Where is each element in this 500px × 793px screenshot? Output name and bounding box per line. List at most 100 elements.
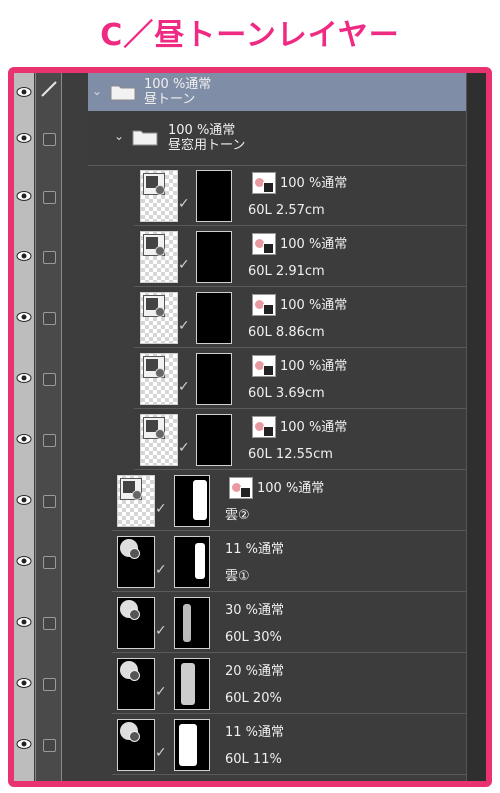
check-icon: ✓ bbox=[155, 562, 167, 578]
layer-row[interactable]: ✓ 11 %通常 雲① bbox=[14, 531, 486, 592]
check-icon: ✓ bbox=[155, 745, 167, 761]
folder-icon bbox=[110, 85, 136, 101]
eye-icon[interactable] bbox=[16, 86, 32, 98]
checkbox-icon[interactable] bbox=[43, 495, 56, 508]
checkbox-icon[interactable] bbox=[43, 739, 56, 752]
layer-opacity: 100 %通常 bbox=[280, 298, 348, 313]
eye-icon[interactable] bbox=[16, 616, 32, 628]
layer-thumbnail bbox=[140, 414, 178, 466]
layer-name: 60L 30% bbox=[225, 630, 282, 645]
layer-opacity: 100 %通常 bbox=[280, 237, 348, 252]
layer-mask-thumbnail bbox=[174, 536, 210, 588]
chevron-down-icon[interactable]: ⌄ bbox=[92, 84, 102, 98]
layer-thumbnail bbox=[140, 353, 178, 405]
layer-mask-thumbnail bbox=[174, 658, 210, 710]
checkbox-icon[interactable] bbox=[43, 251, 56, 264]
layer-mask-thumbnail bbox=[196, 353, 232, 405]
checkbox-icon[interactable] bbox=[43, 556, 56, 569]
folder-name: 昼トーン bbox=[144, 92, 196, 107]
tone-layer-badge bbox=[143, 234, 165, 256]
layer-thumbnail bbox=[117, 536, 155, 588]
folder-opacity: 100 %通常 bbox=[168, 123, 236, 138]
layer-name: 60L 2.57cm bbox=[248, 203, 325, 218]
layer-mask-thumbnail bbox=[196, 170, 232, 222]
layer-row-folder[interactable]: ⌄ 100 %通常 昼窓用トーン bbox=[14, 111, 486, 166]
check-icon: ✓ bbox=[155, 684, 167, 700]
pen-icon[interactable] bbox=[39, 79, 59, 99]
chevron-down-icon[interactable]: ⌄ bbox=[114, 129, 124, 143]
layer-name: 60L 8.86cm bbox=[248, 325, 325, 340]
tone-layer-badge bbox=[120, 478, 142, 500]
page-heading: C／昼トーンレイヤー bbox=[100, 18, 400, 53]
layer-row[interactable]: ✓ 11 %通常 60L 11% bbox=[14, 714, 486, 775]
tone-icon bbox=[252, 416, 276, 438]
check-icon: ✓ bbox=[178, 440, 190, 456]
layer-row-tone[interactable]: ✓ 100 %通常 60L 12.55cm bbox=[14, 409, 486, 470]
checkbox-icon[interactable] bbox=[43, 191, 56, 204]
layer-panel-frame: ⌄ 100 %通常 昼トーン ⌄ 100 %通常 昼窓用トーン ✓ 100 %通… bbox=[8, 67, 492, 787]
layer-thumbnail bbox=[140, 292, 178, 344]
layer-row[interactable]: ✓ 20 %通常 60L 20% bbox=[14, 653, 486, 714]
layer-row-tone[interactable]: ✓ 100 %通常 60L 3.69cm bbox=[14, 348, 486, 409]
layer-opacity: 100 %通常 bbox=[280, 420, 348, 435]
raster-layer-badge bbox=[120, 722, 140, 742]
folder-opacity: 100 %通常 bbox=[144, 77, 212, 92]
tone-layer-badge bbox=[143, 356, 165, 378]
check-icon: ✓ bbox=[178, 379, 190, 395]
raster-layer-badge bbox=[120, 600, 140, 620]
checkbox-icon[interactable] bbox=[43, 312, 56, 325]
layer-opacity: 20 %通常 bbox=[225, 664, 285, 679]
layer-mask-thumbnail bbox=[196, 231, 232, 283]
eye-icon[interactable] bbox=[16, 677, 32, 689]
layer-row-tone[interactable]: ✓ 100 %通常 雲② bbox=[14, 470, 486, 531]
check-icon: ✓ bbox=[178, 257, 190, 273]
checkbox-icon[interactable] bbox=[43, 133, 56, 146]
layer-thumbnail bbox=[140, 170, 178, 222]
checkbox-icon[interactable] bbox=[43, 678, 56, 691]
tone-layer-badge bbox=[143, 417, 165, 439]
layer-thumbnail bbox=[117, 658, 155, 710]
layer-name: 60L 12.55cm bbox=[248, 447, 333, 462]
eye-icon[interactable] bbox=[16, 190, 32, 202]
layer-row-tone[interactable]: ✓ 100 %通常 60L 2.91cm bbox=[14, 226, 486, 287]
folder-icon bbox=[132, 130, 158, 146]
layer-row-tone[interactable]: ✓ 100 %通常 60L 2.57cm bbox=[14, 166, 486, 226]
tone-icon bbox=[252, 355, 276, 377]
layer-mask-thumbnail bbox=[174, 597, 210, 649]
eye-icon[interactable] bbox=[16, 433, 32, 445]
layer-name: 60L 2.91cm bbox=[248, 264, 325, 279]
layer-thumbnail bbox=[117, 475, 155, 527]
checkbox-icon[interactable] bbox=[43, 373, 56, 386]
layer-opacity: 100 %通常 bbox=[257, 481, 325, 496]
eye-icon[interactable] bbox=[16, 555, 32, 567]
eye-icon[interactable] bbox=[16, 250, 32, 262]
checkbox-icon[interactable] bbox=[43, 434, 56, 447]
layer-name: 60L 3.69cm bbox=[248, 386, 325, 401]
eye-icon[interactable] bbox=[16, 311, 32, 323]
checkbox-icon[interactable] bbox=[43, 617, 56, 630]
layer-mask-thumbnail bbox=[174, 475, 210, 527]
check-icon: ✓ bbox=[178, 196, 190, 212]
layer-thumbnail bbox=[140, 231, 178, 283]
tone-icon bbox=[252, 172, 276, 194]
check-icon: ✓ bbox=[155, 501, 167, 517]
folder-name: 昼窓用トーン bbox=[168, 138, 246, 153]
tone-icon bbox=[252, 294, 276, 316]
eye-icon[interactable] bbox=[16, 738, 32, 750]
layer-opacity: 30 %通常 bbox=[225, 603, 285, 618]
eye-icon[interactable] bbox=[16, 494, 32, 506]
layer-opacity: 11 %通常 bbox=[225, 542, 285, 557]
layer-name: 雲② bbox=[225, 508, 250, 523]
eye-icon[interactable] bbox=[16, 132, 32, 144]
layer-row-folder[interactable]: ⌄ 100 %通常 昼トーン bbox=[14, 73, 486, 111]
layer-name: 60L 20% bbox=[225, 691, 282, 706]
layer-panel: ⌄ 100 %通常 昼トーン ⌄ 100 %通常 昼窓用トーン ✓ 100 %通… bbox=[14, 73, 486, 781]
layer-name: 60L 11% bbox=[225, 752, 282, 767]
raster-layer-badge bbox=[120, 661, 140, 681]
layer-row-tone[interactable]: ✓ 100 %通常 60L 8.86cm bbox=[14, 287, 486, 348]
layer-mask-thumbnail bbox=[174, 719, 210, 771]
layer-row[interactable]: ✓ 30 %通常 60L 30% bbox=[14, 592, 486, 653]
layer-opacity: 11 %通常 bbox=[225, 725, 285, 740]
check-icon: ✓ bbox=[178, 318, 190, 334]
eye-icon[interactable] bbox=[16, 372, 32, 384]
